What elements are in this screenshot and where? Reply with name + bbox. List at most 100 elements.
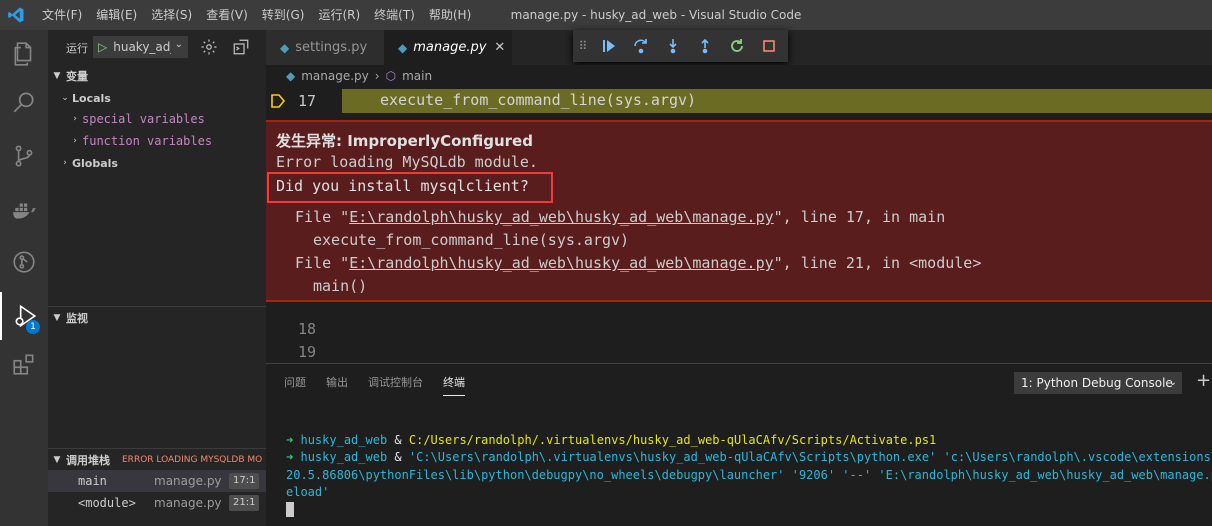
gear-icon[interactable] xyxy=(200,38,218,56)
exception-hint: Did you install mysqlclient? xyxy=(276,177,529,195)
terminal-line: ➜ husky_ad_web & C:/Users/randolph/.virt… xyxy=(286,433,936,447)
breadcrumb: ◆ manage.py › ⬡ main xyxy=(266,65,1212,87)
source-control-icon[interactable] xyxy=(0,132,48,180)
tab-manage-py[interactable]: ◆ manage.py ✕ xyxy=(384,30,512,65)
python-file-icon: ◆ xyxy=(286,69,296,83)
line-number: 17 xyxy=(297,92,316,110)
step-into-button[interactable] xyxy=(657,30,689,62)
add-terminal-icon[interactable]: + xyxy=(1196,370,1211,391)
tree-item-locals[interactable]: ⌄ Locals xyxy=(48,87,266,109)
menu-edit[interactable]: 编辑(E) xyxy=(96,0,137,30)
stop-button[interactable] xyxy=(753,30,785,62)
drag-handle-icon[interactable]: ⠿ xyxy=(573,30,593,62)
traceback-code: main() xyxy=(313,277,368,295)
tab-debug-console[interactable]: 调试控制台 xyxy=(368,364,423,402)
special-variables-label: special variables xyxy=(82,112,205,126)
tab-terminal[interactable]: 终端 xyxy=(443,364,465,402)
prompt-dir: husky_ad_web xyxy=(300,450,388,464)
prompt-dir: husky_ad_web xyxy=(300,433,388,447)
menu-bar: 文件(F) 编辑(E) 选择(S) 查看(V) 转到(G) 运行(R) 终端(T… xyxy=(42,0,485,30)
prompt-arrow: ➜ xyxy=(286,433,294,447)
extensions-icon[interactable] xyxy=(0,340,48,388)
terminal-select-value: 1: Python Debug Console xyxy=(1021,376,1173,390)
python-file-icon: ◆ xyxy=(398,40,408,55)
terminal-line: eload' xyxy=(286,485,330,499)
step-over-button[interactable] xyxy=(625,30,657,62)
terminal-line: 20.5.86806\pythonFiles\lib\python\debugp… xyxy=(286,468,1212,482)
prompt-arrow: ➜ xyxy=(286,450,294,464)
traceback-file-link[interactable]: E:\randolph\husky_ad_web\husky_ad_web\ma… xyxy=(349,208,773,226)
panel-tabs: 问题 输出 调试控制台 终端 xyxy=(266,364,485,402)
tab-problems[interactable]: 问题 xyxy=(284,364,306,402)
terminal-command: 'C:\Users\randolph\.virtualenvs\husky_ad… xyxy=(408,450,1212,464)
run-label: 运行 xyxy=(66,42,88,55)
launch-config-select[interactable]: ▷ huaky_ad_web ⌄ xyxy=(93,36,188,58)
run-debug-icon[interactable]: 1 xyxy=(0,292,48,340)
frame-line-badge: 21:1 xyxy=(229,495,260,511)
breadcrumb-symbol[interactable]: main xyxy=(402,69,432,83)
terminal-select[interactable]: 1: Python Debug Console ⌄ xyxy=(1014,372,1182,394)
frame-line-badge: 17:1 xyxy=(229,473,260,489)
tab-label: settings.py xyxy=(295,40,368,55)
menu-go[interactable]: 转到(G) xyxy=(262,0,305,30)
globals-label: Globals xyxy=(72,156,118,170)
debug-console-icon[interactable] xyxy=(232,38,250,56)
stack-frame[interactable]: main manage.py 17:1 xyxy=(48,470,266,492)
chevron-down-icon: ▼ xyxy=(53,71,61,81)
tab-settings-py[interactable]: ◆ settings.py xyxy=(266,30,384,65)
step-over-icon xyxy=(634,39,647,54)
traceback-code: execute_from_command_line(sys.argv) xyxy=(313,231,630,249)
stack-frame[interactable]: <module> manage.py 21:1 xyxy=(48,492,266,514)
frame-name: main xyxy=(78,474,107,488)
symbol-method-icon: ⬡ xyxy=(385,69,397,83)
restart-button[interactable] xyxy=(721,30,753,62)
gitlens-icon[interactable] xyxy=(0,238,48,286)
stop-icon xyxy=(763,40,775,52)
tree-item-globals[interactable]: › Globals xyxy=(48,152,266,174)
code-editor[interactable]: 17 execute_from_command_line(sys.argv) 发… xyxy=(266,87,1212,363)
tree-item-function-variables[interactable]: › function variables xyxy=(48,130,266,152)
activity-bar: 1 xyxy=(0,30,48,526)
bottom-panel: 问题 输出 调试控制台 终端 1: Python Debug Console ⌄… xyxy=(266,363,1212,526)
continue-button[interactable] xyxy=(593,30,625,62)
traceback-text: File " xyxy=(295,208,350,226)
traceback-file-link[interactable]: E:\randolph\husky_ad_web\husky_ad_web\ma… xyxy=(349,254,773,272)
continue-icon xyxy=(603,40,615,52)
menu-terminal[interactable]: 终端(T) xyxy=(374,0,415,30)
chevron-down-icon: ⌄ xyxy=(174,39,183,50)
terminal-cursor xyxy=(286,502,294,517)
close-icon[interactable]: ✕ xyxy=(494,40,505,55)
menu-view[interactable]: 查看(V) xyxy=(206,0,248,30)
debug-sidebar: 运行 ▷ huaky_ad_web ⌄ ▼ 变量 ⌄ Locals › spec… xyxy=(48,30,266,526)
function-variables-label: function variables xyxy=(82,134,213,148)
docker-icon[interactable] xyxy=(0,186,48,234)
chevron-right-icon: › xyxy=(73,136,77,146)
traceback-line: File "E:\randolph\husky_ad_web\husky_ad_… xyxy=(295,208,945,226)
variables-title: 变量 xyxy=(66,70,88,83)
debug-toolbar: ⠿ xyxy=(573,30,788,62)
step-out-button[interactable] xyxy=(689,30,721,62)
explorer-icon[interactable] xyxy=(0,30,48,78)
watch-title: 监视 xyxy=(66,311,88,325)
watch-section-header[interactable]: ▼ 监视 xyxy=(48,306,266,328)
variables-section-header[interactable]: ▼ 变量 xyxy=(48,65,266,87)
chevron-down-icon: ⌄ xyxy=(61,93,69,103)
step-out-icon xyxy=(701,38,709,54)
prompt-amp: & xyxy=(394,433,402,447)
traceback-text: File " xyxy=(295,254,350,272)
search-icon[interactable] xyxy=(0,78,48,126)
menu-run[interactable]: 运行(R) xyxy=(318,0,360,30)
restart-icon xyxy=(731,39,743,52)
menu-help[interactable]: 帮助(H) xyxy=(429,0,471,30)
callstack-section-header[interactable]: ▼ 调用堆栈 ERROR LOADING MYSQLDB MODULE xyxy=(48,448,266,470)
chevron-down-icon: ▼ xyxy=(53,454,61,465)
menu-selection[interactable]: 选择(S) xyxy=(151,0,192,30)
breadcrumb-file[interactable]: manage.py xyxy=(301,69,369,83)
code-line-current: 17 execute_from_command_line(sys.argv) xyxy=(266,89,1212,113)
tree-item-special-variables[interactable]: › special variables xyxy=(48,108,266,130)
start-debug-icon[interactable]: ▷ xyxy=(98,40,107,54)
tab-label: manage.py xyxy=(413,40,487,55)
menu-file[interactable]: 文件(F) xyxy=(42,0,82,30)
chevron-down-icon: ▼ xyxy=(53,312,61,323)
tab-output[interactable]: 输出 xyxy=(326,364,348,402)
